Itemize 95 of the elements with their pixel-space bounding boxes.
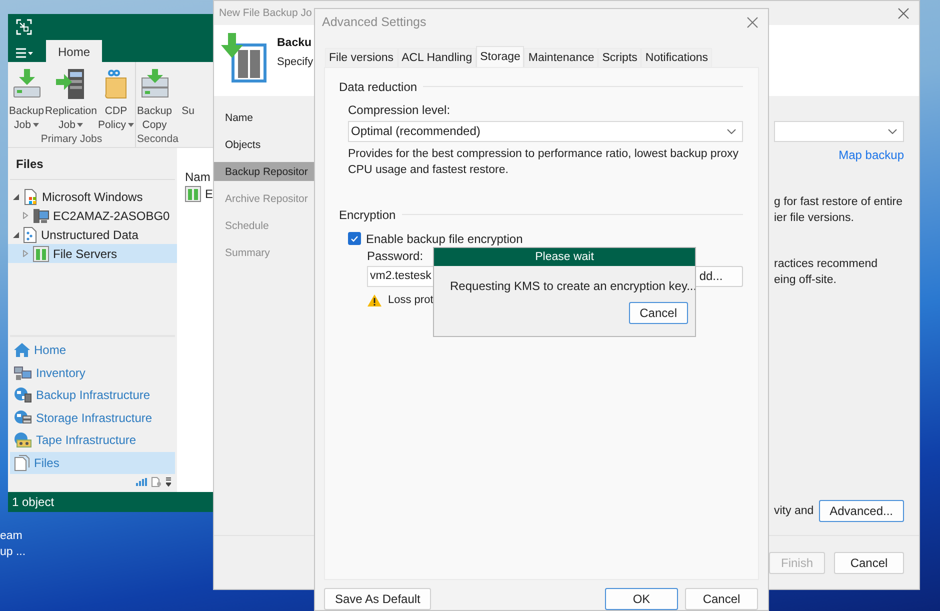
status-bar: 1 object (8, 492, 213, 512)
caret-icon (77, 123, 84, 127)
collapsed-arrow-icon[interactable] (22, 212, 29, 219)
collapsed-arrow-icon[interactable] (22, 250, 29, 257)
map-backup-link[interactable]: Map backup (838, 148, 904, 162)
ribbon-button[interactable]: Su (173, 68, 204, 132)
globe-tape-icon (14, 432, 32, 448)
file-server-icon (184, 186, 201, 202)
tree-item[interactable]: EC2AMAZ-2ASOBG0 (8, 206, 177, 225)
nav-item[interactable]: Inventory (10, 362, 175, 384)
ribbon-button[interactable]: Replication Job (45, 68, 97, 132)
checkmark-icon (351, 236, 358, 242)
settings-tab[interactable]: Scripts (598, 48, 642, 67)
warning-text: Loss prot (388, 294, 434, 306)
chart-icon[interactable] (136, 477, 147, 487)
cancel-button[interactable]: Cancel (685, 588, 758, 610)
ribbon-button[interactable]: Backup Job (9, 68, 44, 132)
desktop-icon-label[interactable]: eam (0, 528, 26, 544)
dialog-title: Please wait (434, 248, 695, 266)
caret-icon (128, 123, 134, 127)
field-label: Compression level: (348, 102, 450, 117)
overflow-icon[interactable] (166, 477, 171, 487)
nav-item[interactable]: Storage Infrastructure (10, 406, 175, 429)
ribbon-group-label: Primary Jobs (40, 133, 104, 145)
ribbon-tab[interactable]: Home (46, 40, 102, 62)
file-server-icon (33, 246, 49, 262)
expanded-arrow-icon[interactable] (12, 193, 19, 200)
ribbon-button[interactable]: CDP Policy (98, 68, 134, 132)
wizard-step: Archive Repositor (214, 185, 314, 212)
ok-button[interactable]: OK (605, 588, 678, 610)
save-default-button[interactable]: Save As Default (324, 588, 432, 610)
app-logo-icon (16, 19, 32, 35)
expanded-arrow-icon[interactable] (12, 231, 19, 238)
home-icon (14, 342, 30, 358)
server-arrow-icon (56, 68, 86, 100)
windows-document-icon (23, 188, 38, 204)
tree-item[interactable]: Microsoft Windows (8, 187, 177, 206)
wizard-step: Summary (214, 239, 314, 266)
dialog-button[interactable]: Cancel (834, 552, 904, 574)
wizard-step[interactable]: Backup Repositor (214, 162, 314, 181)
chevron-down-icon (727, 128, 736, 134)
description-line: ractices recommend (774, 257, 879, 272)
wizard-step[interactable]: Objects (214, 131, 314, 158)
close-button[interactable] (745, 14, 760, 30)
ribbon-button[interactable]: Backup Copy (137, 68, 172, 132)
tree-item[interactable]: File Servers (8, 244, 177, 263)
globe-storage-icon (14, 410, 32, 426)
computers-icon (14, 364, 32, 381)
globe-server-icon (14, 387, 32, 404)
settings-tab[interactable]: ACL Handling (398, 48, 476, 67)
warning-icon (367, 294, 382, 307)
ribbon-group-label: Seconda (137, 133, 180, 145)
encryption-checkbox[interactable]: Enable backup file encryption (348, 232, 523, 246)
menu-icon (16, 48, 34, 58)
settings-tab[interactable]: File versions (325, 48, 398, 67)
description-line: g for fast restore of entire (774, 195, 904, 210)
compression-description: Provides for the best compression to performance ratio, lowest backup proxy CPU usage and fastest restore. (348, 146, 740, 178)
backup-repository-icon (219, 33, 269, 83)
desktop-icon-label[interactable]: up ... (0, 544, 26, 560)
tree-item[interactable]: Unstructured Data (8, 225, 177, 244)
document-gear-icon[interactable] (150, 477, 162, 487)
documents-icon (14, 454, 30, 471)
data-document-icon (23, 226, 37, 242)
wizard-step: Schedule (214, 212, 314, 239)
nav-item[interactable]: Tape Infrastructure (10, 429, 175, 452)
table-cell: E (204, 187, 213, 201)
chevron-down-icon (888, 129, 897, 134)
settings-tab[interactable]: Notifications (641, 48, 712, 67)
close-icon (898, 8, 909, 18)
advanced-button[interactable]: Advanced... (818, 500, 904, 522)
cancel-button[interactable]: Cancel (628, 302, 688, 324)
nav-item[interactable]: Backup Infrastructure (10, 384, 175, 406)
settings-tab[interactable]: Storage (476, 46, 524, 67)
window-title: New File Backup Jo (219, 7, 312, 19)
column-header: Nam (184, 170, 212, 184)
server-download-icon (12, 69, 41, 99)
description-line: eing off-site. (774, 273, 838, 288)
caret-icon (32, 123, 39, 127)
description-line: ier file versions. (774, 211, 855, 226)
header-title: Backu (277, 37, 313, 49)
group-title: Data reduction (339, 80, 418, 94)
pane-title: Files (10, 148, 175, 180)
dialog-title: Advanced Settings (322, 15, 426, 30)
server-copy-icon (140, 69, 169, 99)
field-label: Password: (367, 248, 424, 263)
group-title: Encryption (339, 208, 396, 222)
description-line: vity and (774, 504, 814, 519)
nav-item[interactable]: Home (10, 339, 175, 362)
wizard-step[interactable]: Name (214, 104, 314, 131)
compression-dropdown[interactable]: Optimal (recommended) (348, 120, 743, 142)
close-button[interactable] (896, 6, 911, 20)
computer-icon (33, 208, 49, 224)
close-icon (747, 16, 758, 28)
header-subtitle: Specify (277, 56, 314, 68)
settings-tab[interactable]: Maintenance (524, 48, 598, 67)
